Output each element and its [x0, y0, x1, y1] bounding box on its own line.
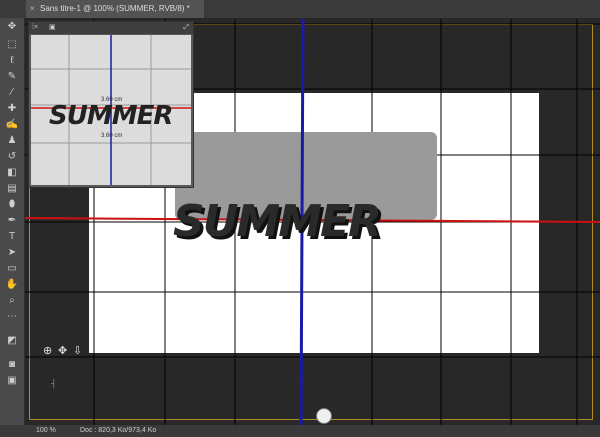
summer-text: SUMMER — [173, 196, 382, 247]
panel-close-icon[interactable]: ⁞× — [32, 22, 38, 34]
lasso-icon[interactable]: ℓ — [4, 54, 20, 68]
navigator-header: ⁞× ▣ ⤢ — [29, 22, 193, 34]
hand-icon[interactable]: ✋ — [4, 278, 20, 292]
globe-icon[interactable]: ⊕ — [43, 344, 52, 357]
pen-icon[interactable]: ✒ — [4, 214, 20, 228]
zoom-level[interactable]: 100 % — [36, 425, 56, 437]
document-info[interactable]: Doc : 820,3 Ko/973,4 Ko — [80, 425, 156, 437]
tools-panel: ✥ ⬚ ℓ ✎ ⁄ ✚ ✍ ♟ ↺ ◧ ▤ ⬮ ✒ T ➤ ▭ ✋ ⌕ ⋯ ◩ … — [0, 18, 25, 437]
type-icon[interactable]: T — [4, 230, 20, 244]
document-tab-bar: × Sans titre-1 @ 100% (SUMMER, RVB/8) * — [0, 0, 600, 19]
move-icon[interactable]: ✥ — [4, 20, 20, 34]
quick-mask-icon[interactable]: ◙ — [4, 358, 20, 372]
stamp-icon[interactable]: ♟ — [4, 134, 20, 148]
pan-icon[interactable]: ✥ — [58, 344, 67, 357]
navigator-panel: ⁞× ▣ ⤢ 3.60 cm 3.60 cm SUMMER — [28, 21, 194, 188]
panel-menu-icon[interactable]: ▣ — [49, 22, 56, 34]
path-select-icon[interactable]: ➤ — [4, 246, 20, 260]
shape-icon[interactable]: ▭ — [4, 262, 20, 276]
healing-icon[interactable]: ✚ — [4, 102, 20, 116]
document-tab-title: Sans titre-1 @ 100% (SUMMER, RVB/8) * — [40, 4, 190, 13]
eraser-icon[interactable]: ◧ — [4, 166, 20, 180]
navigator-preview[interactable]: 3.60 cm 3.60 cm SUMMER — [31, 35, 191, 185]
zoom-icon[interactable]: ⌕ — [4, 294, 20, 308]
color-swatches-icon[interactable]: ◩ — [4, 334, 20, 348]
cursor-icon — [316, 408, 332, 424]
gradient-icon[interactable]: ▤ — [4, 182, 20, 196]
navigator-summer-text: SUMMER — [49, 101, 173, 131]
history-brush-icon[interactable]: ↺ — [4, 150, 20, 164]
document-tab[interactable]: × Sans titre-1 @ 100% (SUMMER, RVB/8) * — [26, 0, 204, 18]
dodge-icon[interactable]: ⬮ — [4, 198, 20, 212]
expand-icon[interactable]: ⤢ — [183, 22, 189, 34]
quick-select-icon[interactable]: ✎ — [4, 70, 20, 84]
screen-mode-icon[interactable]: ▣ — [4, 374, 20, 388]
marquee-icon[interactable]: ⬚ — [4, 38, 20, 52]
close-icon[interactable]: × — [30, 0, 35, 18]
axis-icon: ┤ — [51, 379, 57, 388]
more-icon[interactable]: ⋯ — [4, 310, 20, 324]
move-z-icon[interactable]: ⇩ — [73, 344, 82, 357]
status-bar: 100 % Doc : 820,3 Ko/973,4 Ko — [0, 425, 600, 437]
brush-icon[interactable]: ✍ — [4, 118, 20, 132]
measure-bottom: 3.60 cm — [101, 133, 123, 139]
eyedropper-icon[interactable]: ⁄ — [4, 86, 20, 100]
